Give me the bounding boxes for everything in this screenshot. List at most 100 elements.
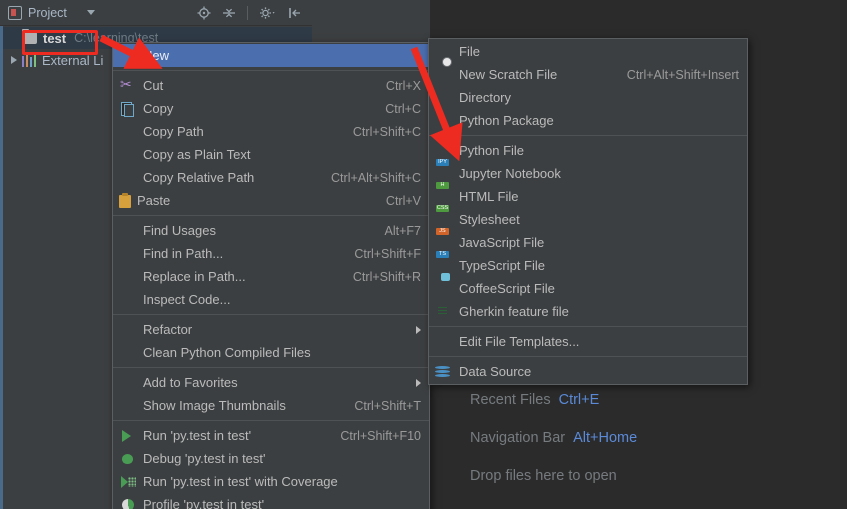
submenu-item-label: HTML File — [459, 189, 519, 204]
profile-icon — [119, 497, 137, 509]
submenu-item-label: Stylesheet — [459, 212, 520, 227]
hide-panel-icon[interactable] — [288, 6, 302, 20]
hint-drop-files: Drop files here to open — [470, 468, 830, 484]
menu-item-find-in-path[interactable]: Find in Path... Ctrl+Shift+F — [113, 242, 429, 265]
submenu-separator — [429, 326, 747, 327]
menu-item-copy[interactable]: Copy Ctrl+C — [113, 97, 429, 120]
menu-item-debug-pytest[interactable]: Debug 'py.test in test' — [113, 447, 429, 470]
menu-separator — [113, 70, 429, 71]
submenu-item-label: TypeScript File — [459, 258, 545, 273]
menu-item-paste[interactable]: Paste Ctrl+V — [113, 189, 429, 212]
menu-item-label: Clean Python Compiled Files — [143, 345, 311, 360]
menu-item-show-image-thumbnails[interactable]: Show Image Thumbnails Ctrl+Shift+T — [113, 394, 429, 417]
submenu-item-html-file[interactable]: H HTML File — [429, 181, 747, 208]
submenu-item-coffeescript-file[interactable]: CoffeeScript File — [429, 277, 747, 300]
collapse-all-icon[interactable] — [222, 6, 236, 20]
menu-item-shortcut: Alt+F7 — [384, 223, 421, 238]
submenu-item-jupyter-notebook[interactable]: IPY Jupyter Notebook — [429, 158, 747, 185]
menu-item-shortcut: Ctrl+Shift+T — [354, 398, 421, 413]
submenu-item-label: Python File — [459, 143, 525, 158]
submenu-item-stylesheet[interactable]: CSS Stylesheet — [429, 204, 747, 231]
menu-item-shortcut: Ctrl+Alt+Shift+C — [331, 170, 421, 185]
hint-label: Navigation Bar — [470, 430, 566, 446]
menu-item-shortcut: Ctrl+V — [385, 193, 421, 208]
locate-target-icon[interactable] — [197, 6, 211, 20]
submenu-item-label: JavaScript File — [459, 235, 545, 250]
settings-gear-icon[interactable] — [259, 6, 277, 20]
submenu-item-python-file[interactable]: Python File — [429, 139, 747, 162]
submenu-item-edit-file-templates[interactable]: Edit File Templates... — [429, 330, 747, 353]
run-icon — [119, 428, 137, 444]
chevron-down-icon[interactable] — [86, 10, 95, 15]
submenu-item-gherkin-feature-file[interactable]: Gherkin feature file — [429, 300, 747, 323]
submenu-item-new-scratch-file[interactable]: New Scratch File Ctrl+Alt+Shift+Insert — [429, 63, 747, 86]
submenu-arrow-icon — [416, 378, 421, 387]
menu-item-shortcut: Ctrl+Shift+R — [352, 269, 421, 284]
new-icon — [119, 48, 137, 64]
submenu-item-typescript-file[interactable]: TS TypeScript File — [429, 250, 747, 277]
debug-icon — [119, 451, 137, 467]
menu-item-copy-path[interactable]: Copy Path Ctrl+Shift+C — [113, 120, 429, 143]
menu-item-clean-python-compiled-files[interactable]: Clean Python Compiled Files — [113, 341, 429, 364]
menu-item-label: Show Image Thumbnails — [143, 398, 286, 413]
submenu-separator — [429, 356, 747, 357]
project-icon — [8, 5, 22, 20]
submenu-item-data-source[interactable]: Data Source — [429, 360, 747, 383]
menu-item-add-to-favorites[interactable]: Add to Favorites — [113, 371, 429, 394]
file-type-tag: JS — [436, 227, 449, 235]
submenu-arrow-icon — [416, 51, 421, 60]
menu-item-inspect-code[interactable]: Inspect Code... — [113, 288, 429, 311]
submenu-item-javascript-file[interactable]: JS JavaScript File — [429, 227, 747, 254]
blank-icon — [119, 246, 137, 262]
toolbar-divider — [247, 5, 248, 20]
expand-arrow-icon[interactable] — [11, 56, 17, 64]
library-icon — [22, 53, 36, 67]
submenu-item-label: Gherkin feature file — [459, 304, 569, 319]
menu-item-replace-in-path[interactable]: Replace in Path... Ctrl+Shift+R — [113, 265, 429, 288]
file-type-tag: CSS — [436, 204, 449, 212]
blank-icon — [119, 322, 137, 338]
paste-icon — [119, 192, 131, 208]
submenu-item-label: Edit File Templates... — [459, 334, 580, 349]
editor-hints: Recent Files Ctrl+E Navigation Bar Alt+H… — [470, 392, 830, 506]
menu-separator — [113, 314, 429, 315]
menu-item-label: Copy as Plain Text — [143, 147, 251, 162]
menu-item-run-pytest-with-coverage[interactable]: Run 'py.test in test' with Coverage — [113, 470, 429, 493]
submenu-separator — [429, 135, 747, 136]
submenu-item-python-package[interactable]: Python Package — [429, 109, 747, 132]
panel-left-border — [0, 26, 3, 509]
blank-icon — [119, 124, 137, 140]
hint-navigation-bar: Navigation Bar Alt+Home — [470, 430, 830, 446]
menu-item-new[interactable]: New — [113, 44, 429, 67]
menu-item-label: Copy — [143, 101, 174, 116]
menu-item-label: New — [143, 48, 170, 63]
scissors-icon — [119, 76, 137, 94]
menu-item-label: Inspect Code... — [143, 292, 231, 307]
menu-item-run-pytest[interactable]: Run 'py.test in test' Ctrl+Shift+F10 — [113, 424, 429, 447]
submenu-item-label: File — [459, 44, 480, 59]
hint-shortcut: Ctrl+E — [558, 392, 600, 408]
blank-icon — [119, 223, 137, 239]
submenu-arrow-icon — [416, 325, 421, 334]
menu-separator — [113, 367, 429, 368]
menu-item-profile-pytest[interactable]: Profile 'py.test in test' — [113, 493, 429, 509]
menu-item-copy-relative-path[interactable]: Copy Relative Path Ctrl+Alt+Shift+C — [113, 166, 429, 189]
folder-icon — [22, 29, 37, 44]
submenu-item-directory[interactable]: Directory — [429, 86, 747, 109]
menu-item-label: Find Usages — [143, 223, 216, 238]
project-title-group[interactable]: Project — [0, 5, 95, 20]
hint-label: Drop files here to open — [470, 468, 617, 484]
menu-item-shortcut: Ctrl+X — [385, 78, 421, 93]
menu-item-refactor[interactable]: Refactor — [113, 318, 429, 341]
menu-item-label: Refactor — [143, 322, 193, 337]
menu-item-copy-as-plain-text[interactable]: Copy as Plain Text — [113, 143, 429, 166]
pycharm-window: Project test C:\learning\test External L… — [0, 0, 847, 509]
blank-icon — [119, 170, 137, 186]
submenu-item-label: Directory — [459, 90, 512, 105]
menu-item-label: Copy Path — [143, 124, 204, 139]
submenu-item-label: Jupyter Notebook — [459, 166, 561, 181]
menu-item-cut[interactable]: Cut Ctrl+X — [113, 74, 429, 97]
menu-item-label: Debug 'py.test in test' — [143, 451, 266, 466]
menu-item-find-usages[interactable]: Find Usages Alt+F7 — [113, 219, 429, 242]
submenu-item-file[interactable]: File — [429, 40, 747, 63]
